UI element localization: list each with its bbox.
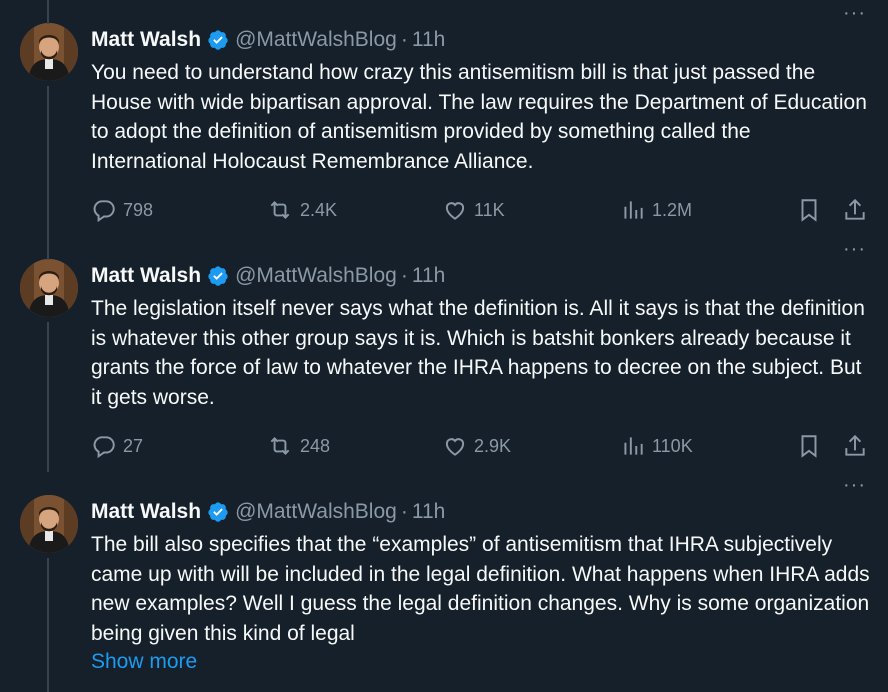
tweet-text: The bill also specifies that the “exampl…	[91, 533, 870, 645]
thread-connector-line	[47, 322, 49, 472]
heart-icon	[445, 438, 465, 456]
repost-count: 248	[300, 435, 331, 456]
tweet-header: Matt Walsh @MattWalshBlog · 11h	[91, 26, 445, 54]
verified-badge-icon	[207, 29, 229, 51]
avatar[interactable]	[20, 495, 78, 553]
timestamp[interactable]: 11h	[412, 28, 445, 52]
tweet[interactable]: Matt Walsh @MattWalshBlog · 11h ··· You …	[0, 0, 888, 236]
timestamp[interactable]: 11h	[412, 264, 445, 288]
thread-connector-line	[47, 0, 49, 24]
bookmark-icon[interactable]	[796, 197, 822, 228]
separator-dot: ·	[400, 28, 408, 51]
share-icon[interactable]	[842, 197, 868, 228]
repost-icon	[270, 437, 290, 455]
views-button[interactable]: 110K	[620, 433, 693, 459]
thread-connector-line	[47, 236, 49, 260]
tweet[interactable]: Matt Walsh @MattWalshBlog · 11h ··· The …	[0, 0, 888, 472]
author-handle[interactable]: @MattWalshBlog	[235, 28, 397, 52]
verified-badge-icon	[207, 501, 229, 523]
like-count: 2.9K	[474, 435, 512, 456]
thread-connector-line	[47, 86, 49, 236]
reply-button[interactable]: 27	[91, 433, 143, 459]
tweet-text: You need to understand how crazy this an…	[91, 61, 867, 173]
separator-dot: ·	[400, 500, 408, 523]
like-button[interactable]: 11K	[442, 197, 505, 223]
tweet-actions: 27 248 2.9K 110K	[91, 433, 871, 461]
more-options-icon[interactable]: ···	[843, 474, 866, 497]
tweet[interactable]: Matt Walsh @MattWalshBlog · 11h ··· The …	[0, 236, 888, 692]
show-more-link[interactable]: Show more	[91, 650, 197, 674]
views-chart-icon	[624, 437, 643, 455]
view-count: 1.2M	[652, 199, 693, 220]
more-options-icon[interactable]: ···	[843, 2, 866, 25]
more-options-icon[interactable]: ···	[843, 238, 866, 261]
share-icon[interactable]	[842, 433, 868, 464]
tweet-header: Matt Walsh @MattWalshBlog · 11h	[91, 498, 445, 526]
bookmark-icon[interactable]	[796, 433, 822, 464]
reply-button[interactable]: 798	[91, 197, 153, 223]
tweet-actions: 798 2.4K 11K 1.2M	[91, 197, 871, 225]
repost-icon	[270, 201, 290, 219]
views-chart-icon	[624, 201, 643, 219]
author-name[interactable]: Matt Walsh	[91, 264, 201, 288]
separator-dot: ·	[400, 264, 408, 287]
tweet-text: The legislation itself never says what t…	[91, 297, 865, 409]
author-handle[interactable]: @MattWalshBlog	[235, 500, 397, 524]
view-count: 110K	[652, 435, 693, 456]
reply-icon	[93, 436, 115, 459]
like-count: 11K	[474, 199, 505, 220]
tweet-header: Matt Walsh @MattWalshBlog · 11h	[91, 262, 445, 290]
repost-count: 2.4K	[300, 199, 338, 220]
reply-icon	[93, 200, 115, 223]
thread-connector-line	[47, 558, 49, 692]
like-button[interactable]: 2.9K	[442, 433, 511, 459]
heart-icon	[445, 202, 465, 220]
reply-count: 27	[123, 435, 144, 456]
repost-button[interactable]: 248	[266, 433, 330, 459]
verified-badge-icon	[207, 265, 229, 287]
reply-count: 798	[123, 199, 154, 220]
author-handle[interactable]: @MattWalshBlog	[235, 264, 397, 288]
avatar[interactable]	[20, 259, 78, 317]
repost-button[interactable]: 2.4K	[266, 197, 337, 223]
author-name[interactable]: Matt Walsh	[91, 500, 201, 524]
author-name[interactable]: Matt Walsh	[91, 28, 201, 52]
tweet-thread: Matt Walsh @MattWalshBlog · 11h ··· You …	[0, 0, 888, 692]
views-button[interactable]: 1.2M	[620, 197, 692, 223]
avatar[interactable]	[20, 23, 78, 81]
timestamp[interactable]: 11h	[412, 500, 445, 524]
